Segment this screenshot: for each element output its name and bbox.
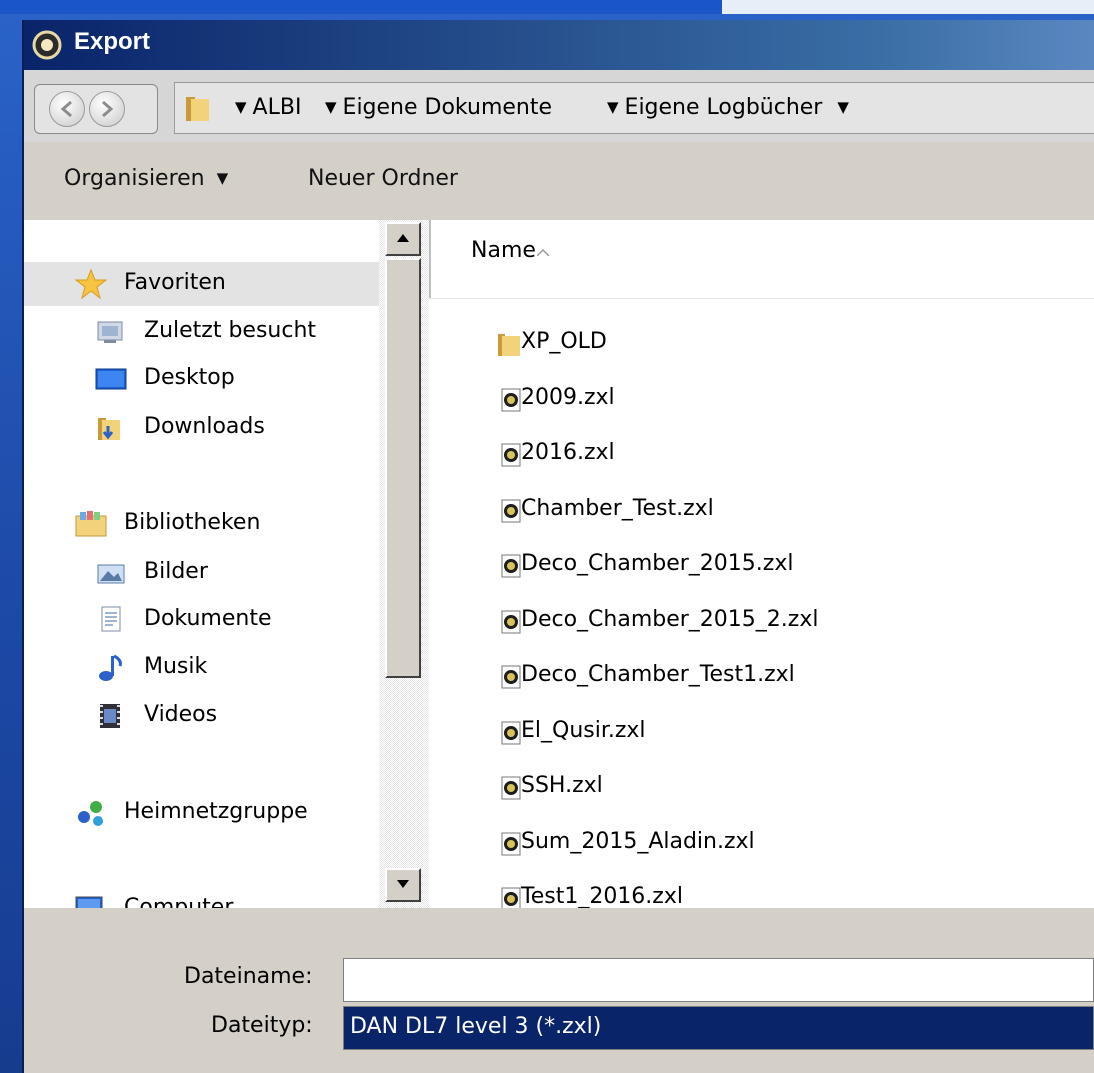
- export-dialog: Export ▼ ALBI ▼ Eigene Dokumente ▼ Eigen…: [24, 20, 1094, 1073]
- organize-button[interactable]: Organisieren ▼: [64, 166, 228, 191]
- chevron-down-icon: ▼: [235, 98, 247, 116]
- scroll-thumb[interactable]: [385, 258, 421, 678]
- new-folder-button[interactable]: Neuer Ordner: [308, 166, 458, 191]
- nav-item-downloads[interactable]: Downloads: [24, 406, 379, 450]
- scroll-down-button[interactable]: [385, 868, 421, 902]
- nav-item-documents[interactable]: Dokumente: [24, 598, 379, 642]
- nav-item-favorites[interactable]: Favoriten: [24, 262, 379, 306]
- scroll-up-arrow-icon: [397, 234, 409, 242]
- nav-item-videos[interactable]: Videos: [24, 694, 379, 738]
- file-name: XP_OLD: [521, 329, 607, 354]
- file-name: SSH.zxl: [521, 773, 603, 798]
- homegroup-icon: [78, 801, 103, 826]
- file-name: Chamber_Test.zxl: [521, 495, 714, 521]
- app-icon: [32, 30, 62, 60]
- chevron-down-icon: ▼: [325, 98, 337, 116]
- breadcrumb[interactable]: ▼ ALBI ▼ Eigene Dokumente ▼ Eigene Logbüche…: [174, 82, 1094, 134]
- file-row[interactable]: SSH.zxl: [429, 766, 1094, 810]
- scroll-up-button[interactable]: [385, 222, 421, 256]
- documents-icon: [101, 606, 121, 632]
- folder-icon: [183, 93, 213, 127]
- chevron-down-icon: ▼: [837, 98, 849, 116]
- breadcrumb-item-eigene-dokumente[interactable]: ▼ Eigene Dokumente: [325, 95, 552, 120]
- file-row[interactable]: Deco_Chamber_2015_2.zxl: [429, 600, 1094, 644]
- navigation-scrollbar[interactable]: [379, 220, 429, 908]
- nav-item-desktop[interactable]: Desktop: [24, 357, 379, 401]
- file-row[interactable]: 2016.zxl: [429, 433, 1094, 477]
- dialog-title: Export: [74, 28, 151, 55]
- file-row[interactable]: Chamber_Test.zxl: [429, 489, 1094, 533]
- chevron-down-icon: ▼: [607, 98, 619, 116]
- file-name: Sum_2015_Aladin.zxl: [521, 828, 755, 854]
- file-name: El_Qusir.zxl: [521, 717, 646, 743]
- nav-item-homegroup[interactable]: Heimnetzgruppe: [24, 791, 379, 835]
- nav-item-libraries[interactable]: Bibliotheken: [24, 502, 379, 546]
- file-row[interactable]: Deco_Chamber_Test1.zxl: [429, 655, 1094, 699]
- title-bar[interactable]: Export: [24, 20, 1094, 70]
- desktop-icon: [95, 368, 127, 390]
- toolbar: Organisieren ▼ Neuer Ordner: [24, 142, 1094, 220]
- filetype-value: DAN DL7 level 3 (*.zxl): [350, 1014, 602, 1039]
- background-window-edge: [722, 0, 1094, 14]
- libraries-icon: [75, 511, 107, 537]
- file-row[interactable]: Sum_2015_Aladin.zxl: [429, 822, 1094, 866]
- background-strip: [0, 0, 722, 14]
- filetype-label: Dateityp:: [211, 1013, 313, 1038]
- filetype-select[interactable]: DAN DL7 level 3 (*.zxl): [343, 1006, 1094, 1050]
- nav-item-recent[interactable]: Zuletzt besucht: [24, 310, 379, 354]
- breadcrumb-item-albi[interactable]: ▼ ALBI: [235, 95, 301, 120]
- file-name: Test1_2016.zxl: [521, 884, 683, 909]
- navigation-pane: Favoriten Zuletzt besucht Desktop Downlo…: [24, 220, 379, 921]
- column-header-name[interactable]: Name: [429, 220, 1094, 299]
- navigation-buttons: [34, 84, 158, 134]
- file-name: Deco_Chamber_Test1.zxl: [521, 662, 795, 687]
- file-row[interactable]: XP_OLD: [429, 322, 1094, 366]
- forward-arrow-icon: [102, 100, 114, 118]
- recent-places-icon: [97, 321, 123, 343]
- file-row[interactable]: El_Qusir.zxl: [429, 711, 1094, 755]
- file-fields: Dateiname: Dateityp: DAN DL7 level 3 (*.…: [24, 908, 1094, 1073]
- filename-input[interactable]: [343, 958, 1094, 1002]
- downloads-folder-icon: [98, 418, 120, 440]
- pictures-icon: [97, 564, 125, 584]
- file-name: 2009.zxl: [521, 384, 615, 410]
- file-list: Name XP_OLD 2009.zxl 2016.zxl Chamber_Test.…: [429, 220, 1094, 911]
- sort-ascending-icon: [537, 248, 549, 256]
- file-name: Deco_Chamber_2015_2.zxl: [521, 606, 819, 632]
- column-divider: [429, 220, 431, 298]
- forward-button[interactable]: [89, 91, 125, 127]
- back-button[interactable]: [49, 91, 85, 127]
- back-arrow-icon: [60, 100, 72, 118]
- star-icon: [74, 268, 108, 300]
- file-row[interactable]: Deco_Chamber_2015.zxl: [429, 544, 1094, 588]
- address-bar: ▼ ALBI ▼ Eigene Dokumente ▼ Eigene Logbüche…: [24, 70, 1094, 142]
- video-icon: [100, 704, 120, 728]
- scroll-down-arrow-icon: [397, 880, 409, 888]
- file-name: Deco_Chamber_2015.zxl: [521, 551, 794, 576]
- nav-item-music[interactable]: Musik: [24, 646, 379, 690]
- file-name: 2016.zxl: [521, 440, 615, 465]
- chevron-down-icon: ▼: [216, 169, 229, 187]
- music-note-icon: [99, 654, 122, 681]
- nav-item-pictures[interactable]: Bilder: [24, 551, 379, 595]
- file-row[interactable]: 2009.zxl: [429, 378, 1094, 422]
- breadcrumb-item-eigene-logbuecher[interactable]: ▼ Eigene Logbücher ▼: [607, 95, 855, 120]
- filename-label: Dateiname:: [184, 964, 313, 989]
